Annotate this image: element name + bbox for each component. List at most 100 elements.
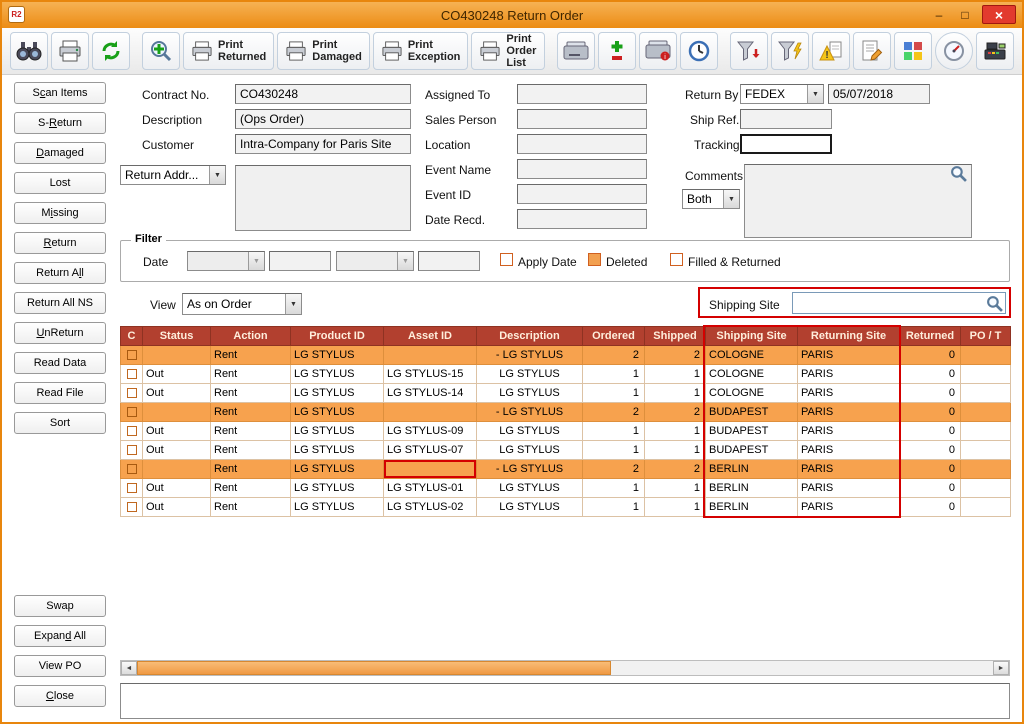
- column-header-po-t[interactable]: PO / T: [961, 327, 1011, 346]
- cell-action[interactable]: Rent: [211, 498, 291, 517]
- add-search-button[interactable]: [142, 32, 180, 70]
- contract-no-field[interactable]: CO430248: [235, 84, 411, 104]
- cell-c[interactable]: [121, 441, 143, 460]
- cell-shipping-site[interactable]: BERLIN: [706, 460, 798, 479]
- cell-returned[interactable]: 0: [900, 422, 961, 441]
- cell-description[interactable]: LG STYLUS: [477, 384, 583, 403]
- sidebar-button-s-return[interactable]: S-Return: [14, 112, 106, 134]
- close-button[interactable]: ×: [982, 5, 1016, 24]
- view-items-button[interactable]: [10, 32, 48, 70]
- sidebar-button-read-data[interactable]: Read Data: [14, 352, 106, 374]
- table-row[interactable]: OutRentLG STYLUSLG STYLUS-15LG STYLUS11C…: [121, 365, 1011, 384]
- cell-shipped[interactable]: 1: [645, 441, 706, 460]
- filter-date-to-field[interactable]: [418, 251, 480, 271]
- print-order-list-button[interactable]: PrintOrder List: [471, 32, 545, 70]
- cell-action[interactable]: Rent: [211, 441, 291, 460]
- comments-search-icon[interactable]: [950, 165, 967, 182]
- row-checkbox[interactable]: [127, 350, 137, 360]
- titlebar[interactable]: R2 CO430248 Return Order – □ ×: [2, 2, 1022, 28]
- cell-returned[interactable]: 0: [900, 441, 961, 460]
- column-header-asset-id[interactable]: Asset ID: [384, 327, 477, 346]
- cell-description[interactable]: - LG STYLUS: [477, 403, 583, 422]
- scroll-thumb[interactable]: [137, 661, 611, 675]
- filter-date-from-dropdown[interactable]: ▼: [187, 251, 265, 271]
- column-header-shipped[interactable]: Shipped: [645, 327, 706, 346]
- add-remove-button[interactable]: [598, 32, 636, 70]
- cell-ordered[interactable]: 2: [583, 403, 645, 422]
- cell-returned[interactable]: 0: [900, 498, 961, 517]
- deleted-checkbox[interactable]: [588, 253, 601, 266]
- cell-product-id[interactable]: LG STYLUS: [291, 384, 384, 403]
- cell-description[interactable]: LG STYLUS: [477, 479, 583, 498]
- sidebar-button-scan-items[interactable]: Scan Items: [14, 82, 106, 104]
- sidebar-button-return-all[interactable]: Return All: [14, 262, 106, 284]
- cell-shipping-site[interactable]: BUDAPEST: [706, 422, 798, 441]
- cell-po-t[interactable]: [961, 441, 1011, 460]
- date-recd-field[interactable]: [517, 209, 647, 229]
- cell-shipped[interactable]: 1: [645, 365, 706, 384]
- tracking-field[interactable]: [740, 134, 832, 154]
- scroll-track[interactable]: [137, 661, 993, 675]
- table-row[interactable]: RentLG STYLUS- LG STYLUS22BERLINPARIS0: [121, 460, 1011, 479]
- cell-asset-id[interactable]: LG STYLUS-02: [384, 498, 477, 517]
- cell-product-id[interactable]: LG STYLUS: [291, 441, 384, 460]
- table-row[interactable]: OutRentLG STYLUSLG STYLUS-01LG STYLUS11B…: [121, 479, 1011, 498]
- cell-action[interactable]: Rent: [211, 479, 291, 498]
- cell-returned[interactable]: 0: [900, 479, 961, 498]
- table-row[interactable]: OutRentLG STYLUSLG STYLUS-09LG STYLUS11B…: [121, 422, 1011, 441]
- cell-c[interactable]: [121, 346, 143, 365]
- cell-po-t[interactable]: [961, 498, 1011, 517]
- cell-shipped[interactable]: 2: [645, 403, 706, 422]
- sidebar-button-read-file[interactable]: Read File: [14, 382, 106, 404]
- table-row[interactable]: RentLG STYLUS- LG STYLUS22BUDAPESTPARIS0: [121, 403, 1011, 422]
- cell-status[interactable]: Out: [143, 384, 211, 403]
- cell-product-id[interactable]: LG STYLUS: [291, 479, 384, 498]
- cell-shipped[interactable]: 2: [645, 346, 706, 365]
- table-row[interactable]: OutRentLG STYLUSLG STYLUS-02LG STYLUS11B…: [121, 498, 1011, 517]
- row-checkbox[interactable]: [127, 502, 137, 512]
- column-header-c[interactable]: C: [121, 327, 143, 346]
- cell-returning-site[interactable]: PARIS: [798, 365, 900, 384]
- cell-action[interactable]: Rent: [211, 346, 291, 365]
- ship-ref-field[interactable]: [740, 109, 832, 129]
- row-checkbox[interactable]: [127, 426, 137, 436]
- cell-shipped[interactable]: 2: [645, 460, 706, 479]
- filter-date-to-dropdown[interactable]: ▼: [336, 251, 414, 271]
- column-header-status[interactable]: Status: [143, 327, 211, 346]
- chevron-down-icon[interactable]: ▼: [807, 85, 823, 103]
- card-device-alert-button[interactable]: i: [639, 32, 677, 70]
- cell-description[interactable]: - LG STYLUS: [477, 460, 583, 479]
- return-addr-textarea[interactable]: [235, 165, 411, 231]
- cell-ordered[interactable]: 2: [583, 346, 645, 365]
- cell-ordered[interactable]: 1: [583, 365, 645, 384]
- sidebar-button-return[interactable]: Return: [14, 232, 106, 254]
- view-dropdown[interactable]: As on Order ▼: [182, 293, 302, 315]
- cell-ordered[interactable]: 1: [583, 498, 645, 517]
- cell-description[interactable]: LG STYLUS: [477, 365, 583, 384]
- cell-product-id[interactable]: LG STYLUS: [291, 403, 384, 422]
- cell-product-id[interactable]: LG STYLUS: [291, 460, 384, 479]
- cell-c[interactable]: [121, 422, 143, 441]
- filled-returned-checkbox[interactable]: [670, 253, 683, 266]
- cell-asset-id[interactable]: [384, 460, 477, 479]
- print-exception-button[interactable]: PrintException: [373, 32, 469, 70]
- chevron-down-icon[interactable]: ▼: [723, 190, 739, 208]
- cell-shipping-site[interactable]: COLOGNE: [706, 346, 798, 365]
- cell-asset-id[interactable]: LG STYLUS-01: [384, 479, 477, 498]
- location-field[interactable]: [517, 134, 647, 154]
- chevron-down-icon[interactable]: ▼: [397, 252, 413, 270]
- cell-ordered[interactable]: 1: [583, 384, 645, 403]
- cell-ordered[interactable]: 2: [583, 460, 645, 479]
- cell-shipped[interactable]: 1: [645, 384, 706, 403]
- description-field[interactable]: (Ops Order): [235, 109, 411, 129]
- cell-shipped[interactable]: 1: [645, 422, 706, 441]
- cell-product-id[interactable]: LG STYLUS: [291, 422, 384, 441]
- cell-product-id[interactable]: LG STYLUS: [291, 346, 384, 365]
- cell-c[interactable]: [121, 460, 143, 479]
- cell-status[interactable]: Out: [143, 441, 211, 460]
- cell-asset-id[interactable]: LG STYLUS-07: [384, 441, 477, 460]
- horizontal-scrollbar[interactable]: ◄ ►: [120, 660, 1010, 676]
- cell-c[interactable]: [121, 365, 143, 384]
- column-header-returning-site[interactable]: Returning Site: [798, 327, 900, 346]
- cell-status[interactable]: [143, 460, 211, 479]
